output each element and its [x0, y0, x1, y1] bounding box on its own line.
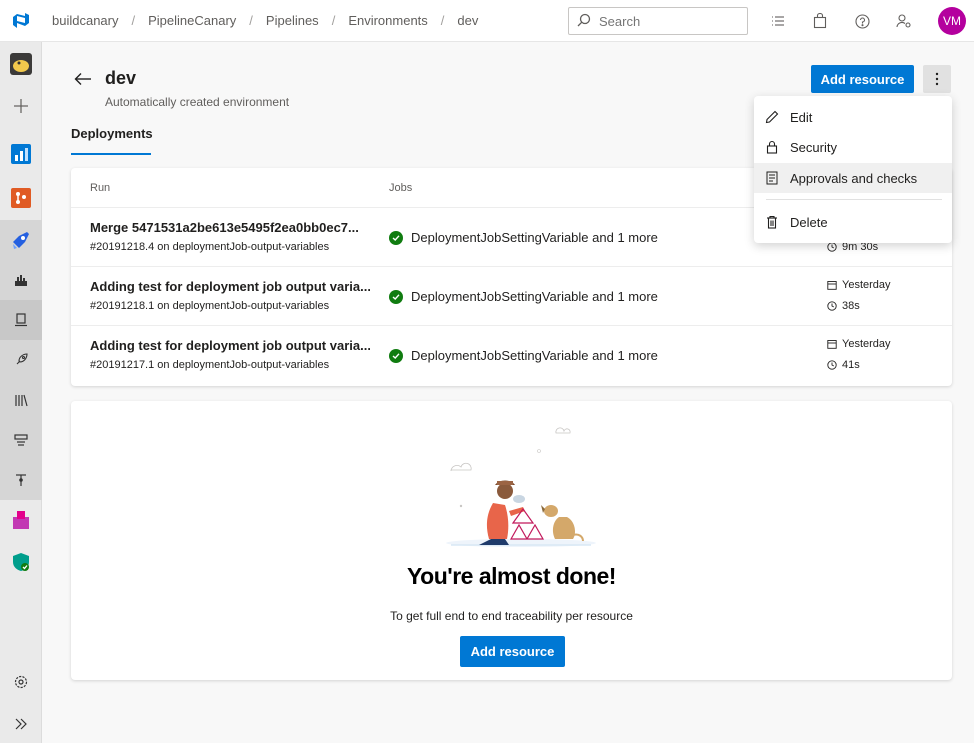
menu-divider — [766, 199, 942, 200]
search-box[interactable] — [568, 7, 748, 35]
expand-chevron-icon[interactable] — [0, 704, 42, 743]
date: Yesterday — [827, 279, 891, 291]
checklist-icon — [754, 171, 790, 185]
task-groups-icon[interactable] — [0, 420, 42, 460]
top-icons — [768, 0, 914, 42]
pipelines-icon[interactable] — [0, 220, 42, 260]
run-title[interactable]: Adding test for deployment job output va… — [90, 338, 370, 353]
add-resource-button[interactable]: Add resource — [811, 65, 914, 93]
date-value: Yesterday — [842, 338, 891, 350]
job-cell: DeploymentJobSettingVariable and 1 more — [389, 289, 658, 304]
empty-state-card: You're almost done! To get full end to e… — [71, 401, 952, 680]
repos-icon[interactable] — [0, 178, 42, 218]
clock-icon — [827, 242, 837, 252]
breadcrumb-dev[interactable]: dev — [457, 13, 478, 28]
duration: 41s — [827, 359, 860, 371]
test-plans-shield-icon[interactable] — [0, 542, 42, 582]
breadcrumb-org[interactable]: buildcanary — [52, 13, 119, 28]
table-row[interactable]: Adding test for deployment job output va… — [71, 326, 952, 385]
menu-item-approvals-and-checks[interactable]: Approvals and checks — [754, 163, 952, 193]
azure-devops-logo-icon[interactable] — [0, 0, 42, 42]
calendar-icon — [827, 280, 837, 290]
menu-item-security[interactable]: Security — [754, 132, 952, 162]
menu-item-delete[interactable]: Delete — [754, 207, 952, 237]
search-icon — [577, 13, 591, 30]
job-cell: DeploymentJobSettingVariable and 1 more — [389, 348, 658, 363]
menu-item-label: Edit — [790, 109, 813, 125]
breadcrumb-pipelines[interactable]: Pipelines — [266, 13, 319, 28]
breadcrumb-separator: / — [331, 13, 336, 28]
more-actions-menu: Edit Security Approvals and checks Delet… — [754, 96, 952, 243]
project-avatar-icon[interactable] — [0, 44, 42, 84]
clock-icon — [827, 301, 837, 311]
back-arrow-icon[interactable] — [72, 68, 94, 90]
job-cell: DeploymentJobSettingVariable and 1 more — [389, 230, 658, 245]
help-icon[interactable] — [852, 11, 872, 31]
left-nav-rail — [0, 42, 42, 743]
top-bar: buildcanary / PipelineCanary / Pipelines… — [0, 0, 974, 42]
job-name: DeploymentJobSettingVariable and 1 more — [411, 348, 658, 363]
breadcrumb-separator: / — [249, 13, 253, 28]
library-icon[interactable] — [0, 380, 42, 420]
menu-item-edit[interactable]: Edit — [754, 102, 952, 132]
duration-value: 38s — [842, 300, 860, 312]
menu-item-label: Approvals and checks — [790, 170, 918, 186]
more-actions-button[interactable] — [923, 65, 951, 93]
job-name: DeploymentJobSettingVariable and 1 more — [411, 230, 658, 245]
breadcrumb-separator: / — [131, 13, 136, 28]
run-subtitle: #20191217.1 on deploymentJob-output-vari… — [90, 359, 330, 371]
calendar-icon — [827, 339, 837, 349]
more-vertical-icon — [935, 72, 939, 86]
date: Yesterday — [827, 338, 891, 350]
success-check-icon — [389, 348, 403, 363]
user-settings-icon[interactable] — [894, 11, 914, 31]
overview-icon[interactable] — [0, 134, 42, 174]
person-with-dog-illustration — [431, 421, 611, 554]
lock-icon — [754, 140, 790, 154]
menu-item-label: Security — [790, 139, 837, 155]
run-title[interactable]: Adding test for deployment job output va… — [90, 279, 370, 294]
clock-icon — [827, 360, 837, 370]
table-row[interactable]: Adding test for deployment job output va… — [71, 267, 952, 326]
environments-icon[interactable] — [0, 300, 42, 340]
add-icon[interactable] — [0, 86, 42, 126]
job-name: DeploymentJobSettingVariable and 1 more — [411, 289, 658, 304]
duration: 38s — [827, 300, 860, 312]
task-list-icon[interactable] — [768, 11, 788, 31]
run-subtitle: #20191218.1 on deploymentJob-output-vari… — [90, 300, 330, 312]
project-settings-gear-icon[interactable] — [0, 662, 42, 702]
menu-item-label: Delete — [790, 214, 828, 230]
releases-rocket-icon[interactable] — [0, 340, 42, 380]
run-subtitle: #20191218.4 on deploymentJob-output-vari… — [90, 241, 330, 253]
empty-state-title: You're almost done! — [407, 563, 616, 589]
pipelines-builds-icon[interactable] — [0, 260, 42, 300]
page-subtitle: Automatically created environment — [105, 95, 290, 109]
success-check-icon — [389, 230, 403, 245]
page-title: dev — [105, 68, 137, 88]
empty-state-description: To get full end to end traceability per … — [390, 609, 633, 623]
run-title[interactable]: Merge 5471531a2be613e5495f2ea0bb0ec7... — [90, 220, 370, 235]
marketplace-bag-icon[interactable] — [810, 11, 830, 31]
artifacts-icon[interactable] — [0, 500, 42, 540]
column-header-jobs: Jobs — [389, 182, 413, 194]
breadcrumb-environments[interactable]: Environments — [348, 13, 427, 28]
edit-pencil-icon — [754, 110, 790, 124]
add-resource-button-empty-state[interactable]: Add resource — [460, 636, 565, 667]
breadcrumb: buildcanary / PipelineCanary / Pipelines… — [52, 13, 478, 28]
breadcrumb-separator: / — [440, 13, 445, 28]
avatar[interactable]: VM — [938, 7, 966, 35]
tab-deployments[interactable]: Deployments — [71, 126, 153, 155]
search-input[interactable] — [599, 13, 739, 29]
duration-value: 41s — [842, 359, 860, 371]
deployment-groups-icon[interactable] — [0, 460, 42, 500]
column-header-run: Run — [90, 182, 111, 194]
breadcrumb-project[interactable]: PipelineCanary — [148, 13, 236, 28]
trash-icon — [754, 215, 790, 229]
success-check-icon — [389, 289, 403, 304]
date-value: Yesterday — [842, 279, 891, 291]
